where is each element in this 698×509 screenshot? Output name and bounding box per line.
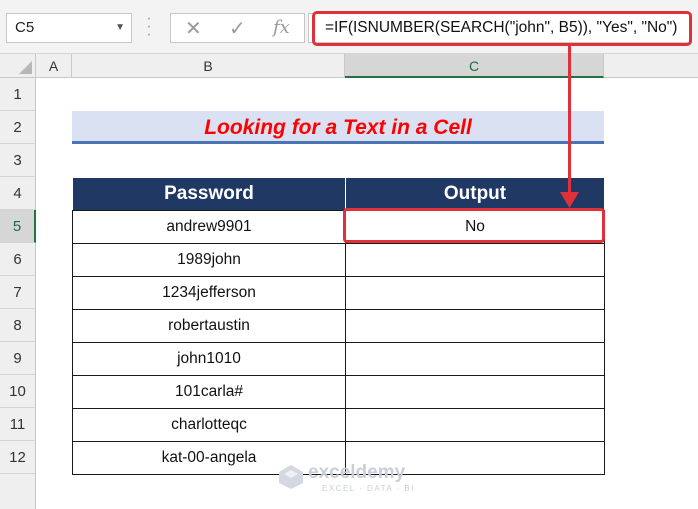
row-header-7[interactable]: 7 [0, 276, 36, 309]
row-header-12[interactable]: 12 [0, 441, 36, 474]
password-cell[interactable]: andrew9901 [72, 210, 346, 244]
output-cell[interactable] [345, 243, 605, 277]
chevron-down-icon[interactable]: ▼ [115, 14, 125, 42]
select-all-corner[interactable] [0, 54, 36, 78]
row-header-11[interactable]: 11 [0, 408, 36, 441]
output-cell[interactable] [345, 408, 605, 442]
arrow-down-icon [560, 192, 579, 208]
name-box-value: C5 [15, 19, 35, 36]
row-header-13[interactable] [0, 474, 36, 509]
close-icon[interactable]: ✕ [185, 16, 202, 41]
row-header-2[interactable]: 2 [0, 111, 36, 144]
select-all-triangle-icon [19, 61, 32, 74]
password-cell[interactable]: john1010 [72, 342, 346, 376]
row-header-4[interactable]: 4 [0, 177, 36, 210]
row-header-1[interactable]: 1 [0, 78, 36, 111]
column-header-c[interactable]: C [345, 54, 604, 78]
row-header-6[interactable]: 6 [0, 243, 36, 276]
output-cell[interactable] [345, 375, 605, 409]
row-header-3[interactable]: 3 [0, 144, 36, 177]
table-header-row: Password Output [72, 177, 605, 211]
table-row: charlotteqc [72, 408, 605, 442]
active-cell-highlight [343, 208, 605, 243]
annotation-arrow-line [568, 46, 571, 196]
header-password[interactable]: Password [72, 177, 346, 211]
name-box[interactable]: C5 ▼ [6, 13, 132, 43]
column-header-d[interactable] [604, 54, 698, 78]
password-cell[interactable]: 101carla# [72, 375, 346, 409]
table-row: 1989john [72, 243, 605, 277]
check-icon[interactable]: ✓ [229, 16, 246, 41]
exceldemy-watermark: exceldemy EXCEL · DATA · BI [278, 460, 428, 500]
fx-icon[interactable]: fx [273, 17, 290, 38]
table-row: 101carla# [72, 375, 605, 409]
watermark-name: exceldemy [308, 462, 406, 483]
row-header-5[interactable]: 5 [0, 210, 36, 243]
output-cell[interactable] [345, 276, 605, 310]
row-header-10[interactable]: 10 [0, 375, 36, 408]
row-header-8[interactable]: 8 [0, 309, 36, 342]
watermark-tagline: EXCEL · DATA · BI [322, 484, 415, 493]
output-cell[interactable] [345, 342, 605, 376]
exceldemy-logo-icon [279, 465, 303, 489]
column-header-a[interactable]: A [36, 54, 72, 78]
sheet-title[interactable]: Looking for a Text in a Cell [72, 111, 604, 144]
password-cell[interactable]: charlotteqc [72, 408, 346, 442]
table-row: john1010 [72, 342, 605, 376]
output-cell[interactable] [345, 309, 605, 343]
password-cell[interactable]: robertaustin [72, 309, 346, 343]
table-row: 1234jefferson [72, 276, 605, 310]
formula-highlight-box [312, 11, 692, 46]
formula-bar-area: C5 ▼ · · · ✕ ✓ fx =IF(ISNUMBER(SEARCH("joh… [0, 0, 698, 54]
column-header-b[interactable]: B [72, 54, 345, 78]
row-header-9[interactable]: 9 [0, 342, 36, 375]
table-row: robertaustin [72, 309, 605, 343]
formula-buttons: ✕ ✓ fx [170, 13, 305, 43]
drag-handle-icon[interactable]: · · · [146, 11, 152, 43]
password-cell[interactable]: 1989john [72, 243, 346, 277]
password-cell[interactable]: 1234jefferson [72, 276, 346, 310]
